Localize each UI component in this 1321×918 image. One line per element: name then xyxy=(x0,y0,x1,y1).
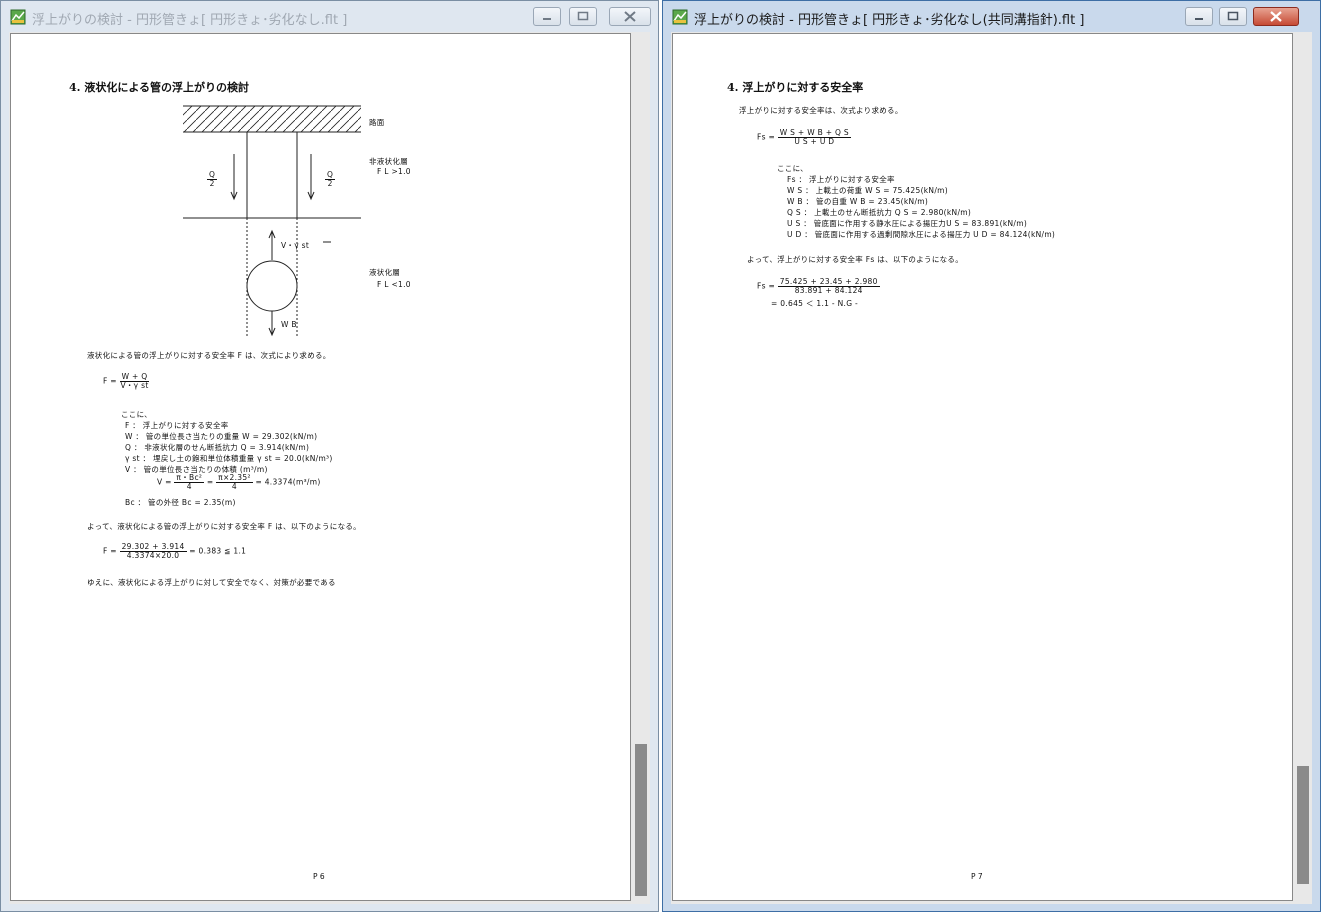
koko-label: ここに、 xyxy=(777,164,808,173)
page-number: P 7 xyxy=(971,872,983,881)
app-icon xyxy=(672,9,688,25)
flotation-diagram xyxy=(183,105,361,337)
print-preview-area: 4. 液状化による管の浮上がりの検討 路面 非液状化層 F L >1.0 液状化… xyxy=(9,32,650,904)
result-formula: F = 29.302 + 3.914 4.3374×20.0 = 0.383 ≦ … xyxy=(103,542,247,560)
section-heading: 4. 液状化による管の浮上がりの検討 xyxy=(69,81,249,94)
page-number: P 6 xyxy=(313,872,325,881)
result-formula: Fs = 75.425 + 23.45 + 2.980 83.891 + 84.1… xyxy=(757,277,880,295)
app-icon xyxy=(10,9,26,25)
non-liquefied-layer-label: 非液状化層 xyxy=(369,157,408,166)
close-button[interactable] xyxy=(1253,7,1299,26)
definition-bc: Bc ： 管の外径 Bc = 2.35(m) xyxy=(125,498,236,507)
right-window: 浮上がりの検討 - 円形管きょ[ 円形きょ･劣化なし(共同溝指針).flt ] … xyxy=(662,0,1321,912)
formula-f: F = W + Q V・γ st xyxy=(103,372,150,390)
left-window: 浮上がりの検討 - 円形管きょ[ 円形きょ･劣化なし.flt ] 4. 液状化に… xyxy=(0,0,659,912)
definition-item: U S ： 管底面に作用する静水圧による揚圧力U S = 83.891(kN/m… xyxy=(787,219,1028,228)
window-title: 浮上がりの検討 - 円形管きょ[ 円形きょ･劣化なし(共同溝指針).flt ] xyxy=(694,13,1085,28)
maximize-button[interactable] xyxy=(1219,7,1247,26)
minimize-icon xyxy=(1195,18,1203,20)
weight-label: W B xyxy=(281,320,297,329)
close-icon xyxy=(624,11,636,22)
definition-item: F ： 浮上がりに対する安全率 xyxy=(125,421,229,430)
scrollbar-thumb[interactable] xyxy=(635,744,647,896)
definition-item: γ st ： 埋戻し土の飽和単位体積重量 γ st = 20.0(kN/m³) xyxy=(125,454,333,463)
buoyancy-label: V・γ st xyxy=(281,241,310,250)
formula-fs: Fs = W S + W B + Q SU S + U D xyxy=(757,128,851,146)
vertical-scrollbar[interactable] xyxy=(1294,32,1312,904)
section-heading: 4. 浮上がりに対する安全率 xyxy=(727,81,864,94)
definition-item: W B ： 管の自重 W B = 23.45(kN/m) xyxy=(787,197,929,206)
print-preview-area: 4. 浮上がりに対する安全率 浮上がりに対する安全率は、次式より求める。 Fs … xyxy=(671,32,1312,904)
minimize-button[interactable] xyxy=(1185,7,1213,26)
liquefied-fl-label: F L <1.0 xyxy=(377,280,411,289)
close-icon xyxy=(1270,11,1282,22)
road-surface-label: 路面 xyxy=(369,118,385,127)
vertical-scrollbar[interactable] xyxy=(632,32,650,904)
therefore-text: よって、液状化による管の浮上がりに対する安全率 F は、以下のようになる。 xyxy=(87,522,361,531)
definition-item: Q ： 非液状化層のせん断抵抗力 Q = 3.914(kN/m) xyxy=(125,443,310,452)
intro-text: 液状化による管の浮上がりに対する安全率 F は、次式により求める。 xyxy=(87,351,331,360)
close-button[interactable] xyxy=(609,7,651,26)
left-title-bar[interactable]: 浮上がりの検討 - 円形管きょ[ 円形きょ･劣化なし.flt ] xyxy=(1,1,658,31)
scrollbar-thumb[interactable] xyxy=(1297,766,1309,884)
minimize-icon xyxy=(543,18,551,20)
maximize-icon xyxy=(577,11,589,21)
minimize-button[interactable] xyxy=(533,7,561,26)
maximize-icon xyxy=(1227,11,1239,21)
liquefied-layer-label: 液状化層 xyxy=(369,268,401,277)
definition-item: W S ： 上載土の荷重 W S = 75.425(kN/m) xyxy=(787,186,949,195)
q-half-right: Q2 xyxy=(325,170,336,188)
koko-label: ここに、 xyxy=(121,410,152,419)
document-page: 4. 浮上がりに対する安全率 浮上がりに対する安全率は、次式より求める。 Fs … xyxy=(672,33,1293,901)
q-half-left: Q2 xyxy=(207,170,218,188)
window-title: 浮上がりの検討 - 円形管きょ[ 円形きょ･劣化なし.flt ] xyxy=(32,13,348,28)
document-page: 4. 液状化による管の浮上がりの検討 路面 非液状化層 F L >1.0 液状化… xyxy=(10,33,631,901)
intro-text: 浮上がりに対する安全率は、次式より求める。 xyxy=(739,106,903,115)
definition-item: Fs ： 浮上がりに対する安全率 xyxy=(787,175,895,184)
definition-item: Q S ： 上載土のせん断抵抗力 Q S = 2.980(kN/m) xyxy=(787,208,972,217)
therefore-text: よって、浮上がりに対する安全率 Fs は、以下のようになる。 xyxy=(747,255,964,264)
volume-formula: V = π・Bc² 4 = π×2.35² 4 = 4.3374(m³/m) xyxy=(157,473,321,491)
conclusion-text: ゆえに、液状化による浮上がりに対して安全でなく、対策が必要である xyxy=(87,578,336,587)
definition-item: W ： 管の単位長さ当たりの重量 W = 29.302(kN/m) xyxy=(125,432,318,441)
definition-item: U D ： 管底面に作用する過剰間隙水圧による揚圧力 U D = 84.124(… xyxy=(787,230,1056,239)
maximize-button[interactable] xyxy=(569,7,597,26)
non-liquefied-fl-label: F L >1.0 xyxy=(377,167,411,176)
right-title-bar[interactable]: 浮上がりの検討 - 円形管きょ[ 円形きょ･劣化なし(共同溝指針).flt ] xyxy=(663,1,1320,31)
result-value: = 0.645 ＜ 1.1 - N.G - xyxy=(771,299,859,308)
